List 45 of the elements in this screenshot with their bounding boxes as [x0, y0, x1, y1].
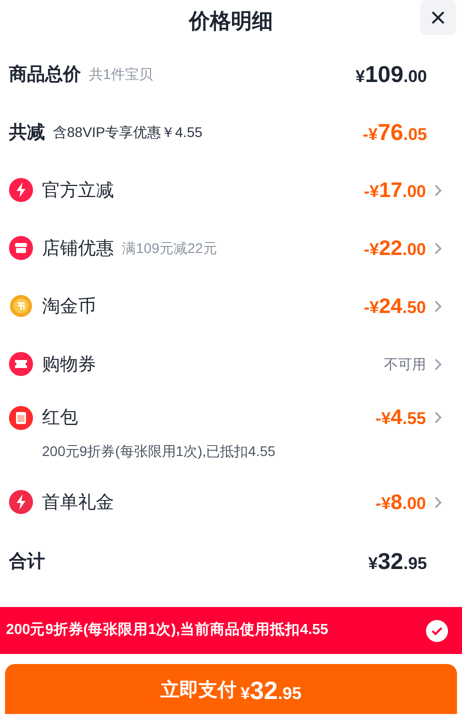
total-label: 商品总价 — [9, 62, 81, 86]
discount-label: 店铺优惠 — [42, 236, 114, 260]
discount-amount: -¥24.50 — [364, 296, 426, 316]
discount-row[interactable]: 购物券 不可用 — [0, 335, 462, 393]
chevron-right-icon — [434, 300, 442, 312]
discount-row[interactable]: 淘金币 -¥24.50 — [0, 277, 462, 335]
discount-amount: -¥17.00 — [364, 180, 426, 200]
chevron-right-icon — [434, 358, 442, 370]
discount-label: 首单礼金 — [42, 490, 114, 514]
discount-amount: -¥8.00 — [376, 492, 426, 512]
discount-label: 官方立减 — [42, 178, 114, 202]
close-button[interactable]: × — [420, 0, 456, 35]
check-icon[interactable] — [426, 620, 448, 642]
discount-amount: -¥4.55 — [376, 407, 426, 428]
lightning-icon — [9, 178, 33, 202]
total-amount: ¥109.00 — [356, 62, 427, 86]
discount-row[interactable]: 红包 -¥4.55 200元9折券(每张限用1次),已抵扣4.55 — [0, 393, 462, 473]
savings-note: 含88VIP专享优惠￥4.55 — [53, 122, 202, 142]
chevron-right-icon — [434, 242, 442, 254]
discount-note: 满109元减22元 — [122, 238, 217, 258]
discount-row[interactable]: 店铺优惠 满109元减22元 -¥22.00 — [0, 219, 462, 277]
chevron-right-icon — [434, 184, 442, 196]
discount-status: 不可用 — [384, 354, 426, 374]
dialog-title: 价格明细 — [189, 9, 273, 36]
chevron-right-icon — [434, 411, 442, 424]
lightning-icon — [9, 490, 33, 514]
discount-label: 淘金币 — [42, 294, 96, 318]
discount-detail: 200元9折券(每张限用1次),已抵扣4.55 — [42, 442, 276, 461]
discount-amount: -¥22.00 — [364, 238, 426, 258]
discount-row[interactable]: 首单礼金 -¥8.00 — [0, 473, 462, 531]
sum-label: 合计 — [9, 550, 45, 572]
item-count: 共1件宝贝 — [89, 64, 153, 84]
chevron-right-icon — [434, 496, 442, 508]
discount-row[interactable]: 官方立减 -¥17.00 — [0, 161, 462, 219]
discount-label: 红包 — [42, 406, 78, 429]
pay-amount: ¥32.95 — [240, 678, 302, 704]
sum-amount: ¥32.95 — [368, 550, 427, 572]
shop-icon — [9, 236, 33, 260]
ticket-icon — [9, 352, 33, 376]
coupon-banner-text: 200元9折券(每张限用1次),当前商品使用抵扣4.55 — [6, 620, 330, 640]
discount-label: 购物券 — [42, 352, 96, 376]
coin-icon — [9, 294, 33, 318]
envelope-icon — [9, 406, 33, 430]
savings-amount: -¥76.05 — [362, 120, 427, 144]
savings-label: 共减 — [9, 120, 45, 144]
